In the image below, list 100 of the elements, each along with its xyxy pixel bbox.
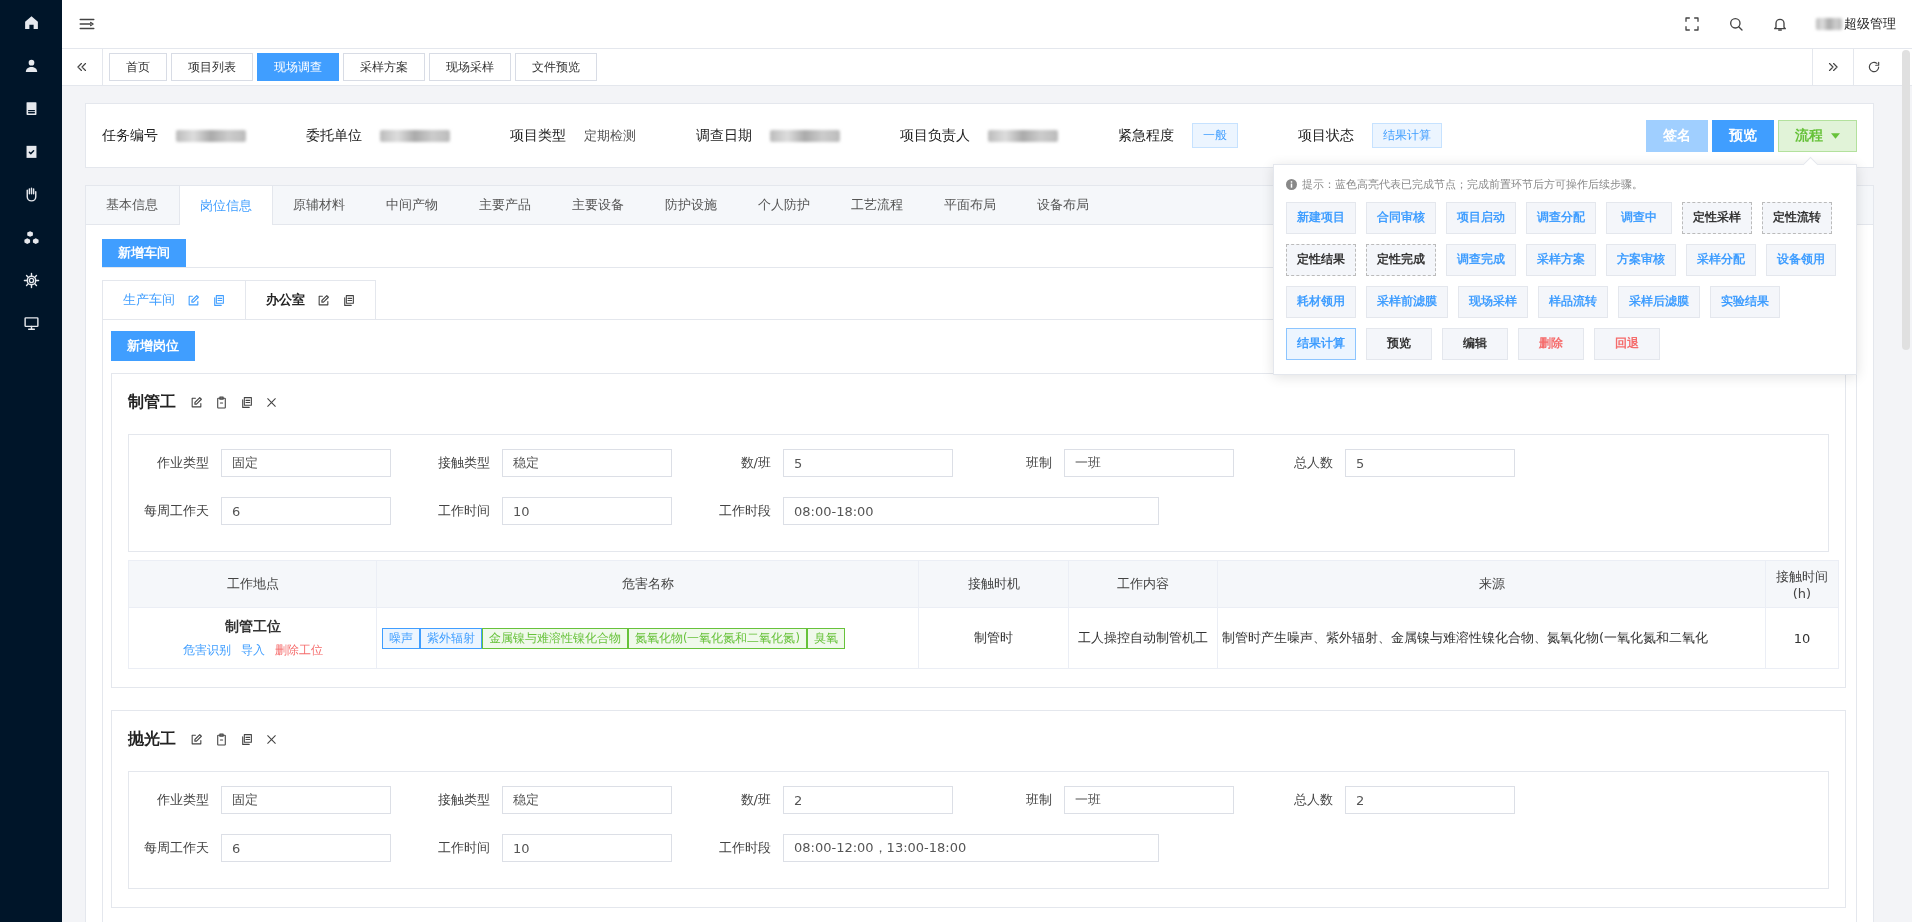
field-label: 作业类型 [156,454,209,472]
field-label: 班制 [1025,791,1052,809]
clipboard-icon[interactable] [215,732,228,746]
copy-icon[interactable] [240,732,253,746]
double-chevron-right-icon[interactable] [1826,60,1840,74]
cubes-icon[interactable] [22,229,40,246]
input-field[interactable]: 5 [1345,449,1515,477]
redacted-value [176,129,246,142]
copy-icon[interactable] [240,395,253,409]
field-label: 数/班 [739,791,771,809]
field-label: 班制 [1025,454,1052,472]
flow-step-button[interactable]: 定性流转 [1762,201,1832,234]
input-field[interactable]: 一班 [1064,786,1234,814]
copy-icon[interactable] [342,293,355,307]
monitor-icon[interactable] [22,315,40,332]
hint-text: 提示：蓝色高亮代表已完成节点；完成前置环节后方可操作后续步骤。 [1302,176,1643,192]
field-label: 作业类型 [156,791,209,809]
search-icon[interactable] [1728,16,1744,32]
workstation-name: 制管工位 [223,617,282,636]
redacted-avatar [1816,18,1842,30]
home-icon[interactable] [22,14,40,31]
column-header: 工作内容 [1068,560,1218,608]
flow-step-button[interactable]: 定性结果 [1286,243,1356,276]
section-tab[interactable]: 防护设施 [645,186,738,224]
user-name[interactable]: 超级管理 [1844,15,1896,33]
hazard-tag: 臭氧 [807,627,845,649]
flow-step-button[interactable]: 定性完成 [1366,243,1436,276]
field-label: 总人数 [1293,791,1333,809]
status-tag: 结果计算 [1372,123,1442,148]
field-label: 委托单位 [306,126,362,145]
redacted-value [380,129,450,142]
field-label: 工作时段 [718,502,771,520]
workshop-tab[interactable]: 办公室 [266,291,305,309]
field-label: 每周工作天 [143,839,209,857]
input-field[interactable]: 08:00-12:00，13:00-18:00 [783,834,1159,862]
section-tab[interactable]: 基本信息 [86,186,179,224]
field-label: 工作时间 [437,839,490,857]
page-tab[interactable]: 首页 [109,53,167,81]
section-tab[interactable]: 个人防护 [738,186,831,224]
caret-icon [1831,132,1840,139]
hazard-tag: 氮氧化物(一氧化氮和二氧化氮) [628,627,807,649]
edit-icon[interactable] [190,395,203,409]
page-tab[interactable]: 项目列表 [171,53,253,81]
table-cell: 10 [1765,607,1839,669]
column-header: 危害名称 [376,560,919,608]
input-field[interactable]: 2 [1345,786,1515,814]
clipboard-icon[interactable] [215,395,228,409]
field-value: 定期检测 [584,126,636,145]
input-field[interactable]: 5 [783,449,953,477]
position-title: 制管工 [128,391,176,413]
field-label: 工作时间 [437,502,490,520]
hazard-tag: 紫外辐射 [420,627,482,649]
position-title: 抛光工 [128,728,176,750]
close-icon[interactable] [265,732,278,746]
input-field[interactable]: 固定 [221,786,391,814]
scrollbar[interactable] [1902,50,1910,350]
field-label: 总人数 [1293,454,1333,472]
column-header: 来源 [1217,560,1766,608]
redacted-value [988,129,1058,142]
page-tab[interactable]: 采样方案 [343,53,425,81]
field-label: 任务编号 [102,126,158,145]
section-tab[interactable]: 工艺流程 [831,186,924,224]
section-tab[interactable]: 中间产物 [366,186,459,224]
settings-icon[interactable] [22,272,40,289]
flow-step-button[interactable]: 定性采样 [1682,201,1752,234]
section-tab[interactable]: 设备布局 [1017,186,1110,224]
section-tab[interactable]: 平面布局 [924,186,1017,224]
bell-icon[interactable] [1772,16,1788,32]
field-label: 接触类型 [437,791,490,809]
input-field[interactable]: 稳定 [502,449,672,477]
page-tab[interactable]: 文件预览 [515,53,597,81]
section-tab[interactable]: 主要产品 [459,186,552,224]
input-field[interactable]: 2 [783,786,953,814]
input-field[interactable]: 稳定 [502,786,672,814]
column-header: 接触时间(h) [1765,560,1839,608]
edit-icon[interactable] [190,732,203,746]
field-label: 工作时段 [718,839,771,857]
column-header: 接触时机 [918,560,1069,608]
input-field[interactable]: 一班 [1064,449,1234,477]
input-field[interactable]: 10 [502,834,672,862]
input-field[interactable]: 10 [502,497,672,525]
info-icon [1286,178,1297,190]
input-field[interactable]: 6 [221,834,391,862]
section-tab[interactable]: 原辅材料 [273,186,366,224]
input-field[interactable]: 08:00-18:00 [783,497,1159,525]
table-cell: 制管时产生噪声、紫外辐射、金属镍与难溶性镍化合物、氮氧化物(一氧化氮和二氧化 [1217,607,1766,669]
redacted-value [770,129,840,142]
section-tab[interactable]: 主要设备 [552,186,645,224]
edit-icon[interactable] [317,293,330,307]
fullscreen-icon[interactable] [1684,16,1700,32]
flow-step-button[interactable]: 编辑 [1442,327,1508,360]
double-chevron-left-icon[interactable] [75,60,89,74]
input-field[interactable]: 6 [221,497,391,525]
page-tab[interactable]: 现场采样 [429,53,511,81]
close-icon[interactable] [265,395,278,409]
input-field[interactable]: 固定 [221,449,391,477]
field-label: 数/班 [739,454,771,472]
refresh-icon[interactable] [1867,60,1881,74]
field-label: 项目类型 [510,126,566,145]
flow-step-button[interactable]: 预览 [1366,327,1432,360]
